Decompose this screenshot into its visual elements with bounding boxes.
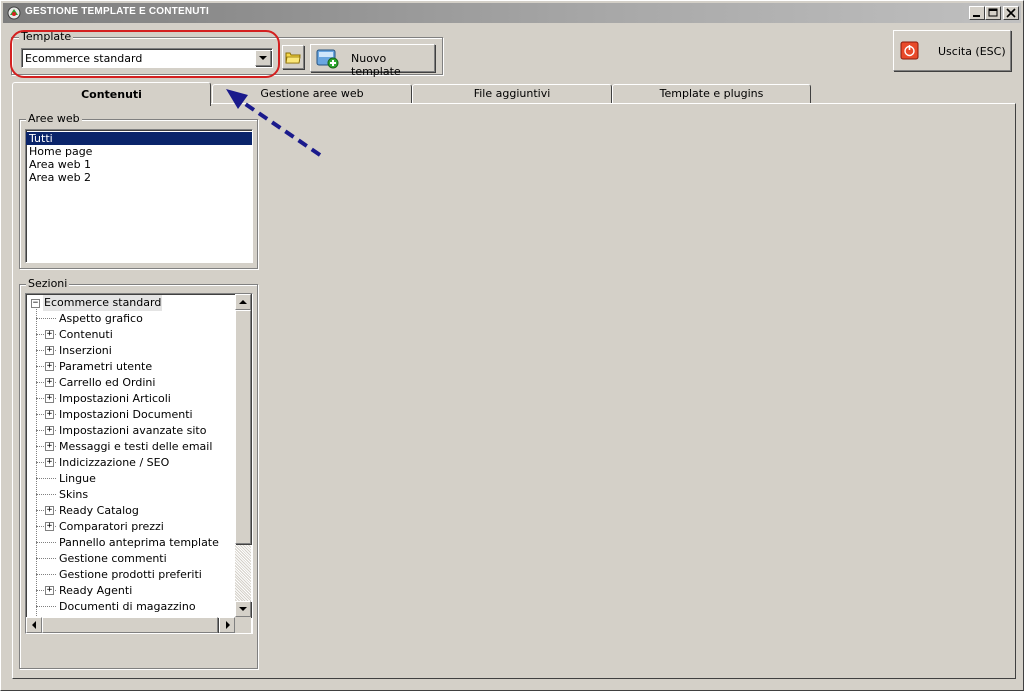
expand-icon[interactable]: +: [45, 378, 54, 387]
vertical-scrollbar[interactable]: [235, 294, 251, 617]
tree-node[interactable]: Impostazioni Articoli: [59, 391, 171, 407]
title-bar[interactable]: GESTIONE TEMPLATE E CONTENUTI: [3, 3, 1021, 23]
expand-icon[interactable]: +: [45, 394, 54, 403]
tree-trunk: [36, 309, 37, 622]
tree-node[interactable]: Impostazioni Documenti: [59, 407, 193, 423]
expand-icon[interactable]: +: [45, 522, 54, 531]
open-folder-button[interactable]: [282, 45, 304, 69]
tree-node[interactable]: Pannello anteprima template: [59, 535, 219, 551]
tree-node[interactable]: Skins: [59, 487, 88, 503]
horizontal-scrollbar[interactable]: [26, 617, 235, 633]
minimize-button[interactable]: [969, 6, 985, 20]
scroll-down-button[interactable]: [235, 601, 251, 617]
tree-node[interactable]: Gestione commenti: [59, 551, 167, 567]
tab-file-aggiuntivi-label: File aggiuntivi: [473, 87, 551, 100]
template-group-label: Template: [19, 30, 74, 43]
tree-node[interactable]: Inserzioni: [59, 343, 112, 359]
tree-node[interactable]: Indicizzazione / SEO: [59, 455, 169, 471]
window-title: GESTIONE TEMPLATE E CONTENUTI: [25, 6, 209, 17]
expand-icon[interactable]: +: [45, 458, 54, 467]
tab-contenuti-label: Contenuti: [81, 88, 142, 101]
tree-node[interactable]: Lingue: [59, 471, 96, 487]
aree-web-label: Aree web: [26, 112, 82, 125]
expand-icon[interactable]: +: [45, 346, 54, 355]
scroll-corner: [235, 617, 251, 633]
arrow-left-icon: [32, 621, 36, 629]
expand-icon[interactable]: +: [45, 506, 54, 515]
tree-connector: [36, 542, 56, 543]
tab-template-e-plugins-label: Template e plugins: [659, 87, 764, 100]
expand-icon[interactable]: +: [45, 586, 54, 595]
hscroll-thumb[interactable]: [42, 617, 218, 633]
tree-node[interactable]: Gestione prodotti preferiti: [59, 567, 202, 583]
tree-connector: [36, 558, 56, 559]
tree-connector: [36, 606, 56, 607]
tree-node[interactable]: Contenuti: [59, 327, 113, 343]
arrow-down-icon: [239, 607, 247, 611]
tree-connector: [36, 478, 56, 479]
arrow-right-icon: [226, 621, 230, 629]
list-item[interactable]: Area web 2: [26, 171, 252, 184]
maximize-button[interactable]: [985, 6, 1001, 20]
main-window: GESTIONE TEMPLATE E CONTENUTI Template E…: [0, 0, 1024, 691]
exit-button[interactable]: Uscita (ESC): [893, 30, 1011, 71]
sezioni-label: Sezioni: [26, 277, 70, 290]
chevron-down-icon: [259, 56, 267, 60]
template-select-value: Ecommerce standard: [25, 52, 143, 65]
tree-node[interactable]: Parametri utente: [59, 359, 152, 375]
close-icon: [1006, 8, 1016, 18]
expand-icon[interactable]: +: [45, 410, 54, 419]
annotation-arrow: [226, 89, 322, 157]
scroll-thumb[interactable]: [235, 310, 251, 544]
tree-node[interactable]: Ready Agenti: [59, 583, 132, 599]
collapse-icon[interactable]: −: [31, 299, 40, 308]
tab-file-aggiuntivi[interactable]: File aggiuntivi: [412, 84, 612, 104]
tree-node[interactable]: Comparatori prezzi: [59, 519, 164, 535]
new-template-button[interactable]: Nuovo template: [310, 44, 435, 78]
tree-node[interactable]: Documenti di magazzino: [59, 599, 196, 615]
tab-contenuti[interactable]: Contenuti: [12, 82, 211, 106]
template-select[interactable]: Ecommerce standard: [21, 48, 273, 68]
tree-node[interactable]: Ready Catalog: [59, 503, 139, 519]
maximize-icon: [988, 8, 998, 17]
tree-connector: [36, 574, 56, 575]
tree-node[interactable]: Carrello ed Ordini: [59, 375, 155, 391]
scroll-right-button[interactable]: [219, 617, 235, 633]
expand-icon[interactable]: +: [45, 426, 54, 435]
scroll-up-button[interactable]: [235, 294, 251, 310]
tree-connector: [36, 494, 56, 495]
tab-template-e-plugins[interactable]: Template e plugins: [612, 84, 811, 104]
tree-node[interactable]: Aspetto grafico: [59, 311, 143, 327]
minimize-icon: [973, 15, 980, 17]
dropdown-button[interactable]: [255, 50, 271, 66]
expand-icon[interactable]: +: [45, 362, 54, 371]
power-icon: [900, 41, 919, 60]
sezioni-tree[interactable]: − Ecommerce standard Aspetto grafico + Con…: [25, 293, 253, 634]
app-icon: [7, 6, 21, 20]
tree-node[interactable]: Messaggi e testi delle email: [59, 439, 212, 455]
scroll-left-button[interactable]: [26, 617, 42, 633]
tree-connector: [36, 318, 56, 319]
expand-icon[interactable]: +: [45, 442, 54, 451]
arrow-up-icon: [239, 300, 247, 304]
expand-icon[interactable]: +: [45, 330, 54, 339]
tree-root[interactable]: Ecommerce standard: [43, 295, 163, 311]
new-template-icon: [316, 49, 339, 69]
exit-label: Uscita (ESC): [938, 45, 1006, 58]
close-button[interactable]: [1003, 6, 1019, 20]
folder-icon: [285, 52, 301, 64]
new-template-label: Nuovo template: [351, 52, 401, 78]
tree-node[interactable]: Impostazioni avanzate sito: [59, 423, 206, 439]
